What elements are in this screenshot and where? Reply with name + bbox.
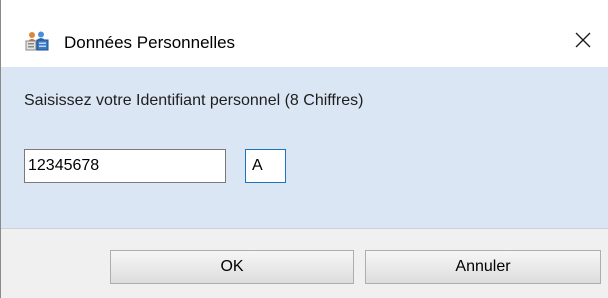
cancel-button[interactable]: Annuler — [365, 250, 601, 284]
people-card-icon — [25, 31, 49, 51]
ok-button[interactable]: OK — [110, 250, 354, 284]
id-prompt-label: Saisissez votre Identifiant personnel (8… — [24, 92, 364, 109]
personal-data-dialog: Données Personnelles Saisissez votre Ide… — [0, 0, 608, 298]
id-suffix-field[interactable]: A — [245, 149, 286, 183]
form-panel: Saisissez votre Identifiant personnel (8… — [1, 67, 608, 229]
button-bar: OK Annuler — [1, 229, 608, 298]
personal-id-input[interactable] — [24, 149, 226, 183]
window-title: Données Personnelles — [64, 33, 236, 52]
title-bar: Données Personnelles — [1, 0, 608, 67]
close-button[interactable] — [561, 22, 605, 62]
close-icon — [575, 32, 591, 53]
